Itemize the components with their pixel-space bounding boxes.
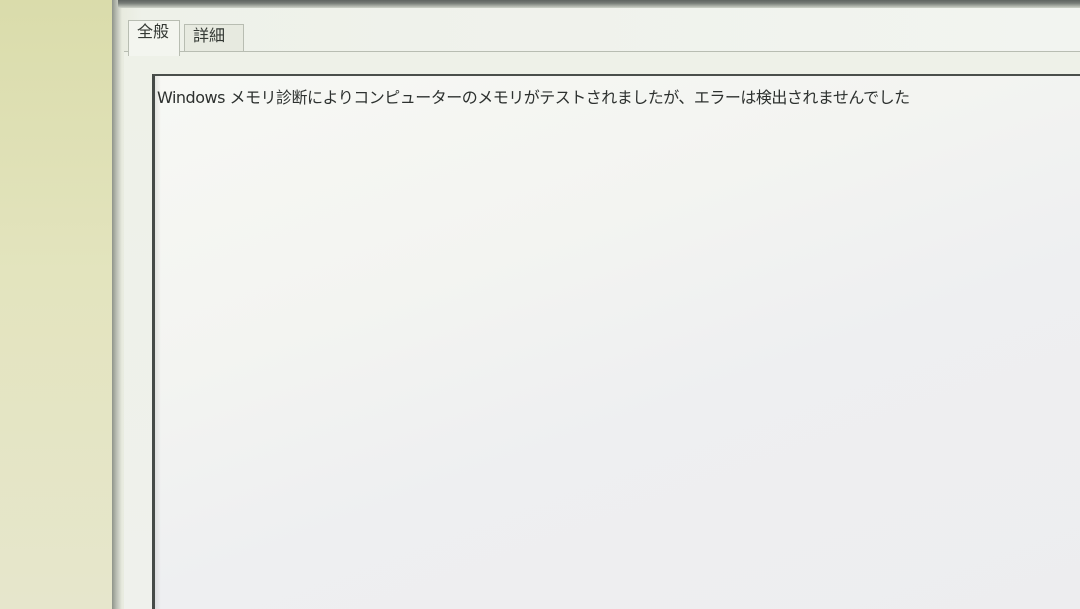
desktop-background xyxy=(0,0,112,609)
tab-panel-border xyxy=(124,51,1080,52)
tab-general-label: 全般 xyxy=(137,22,170,41)
window-top-edge xyxy=(118,0,1080,8)
event-description-textbox[interactable]: Windows メモリ診断によりコンピューターのメモリがテストされましたが、エラ… xyxy=(152,74,1080,609)
tab-details[interactable]: 詳細 xyxy=(184,24,244,52)
event-description-text: Windows メモリ診断によりコンピューターのメモリがテストされましたが、エラ… xyxy=(157,88,910,107)
tab-general[interactable]: 全般 xyxy=(128,20,180,56)
tab-details-label: 詳細 xyxy=(193,26,226,45)
tab-strip: 全般 詳細 xyxy=(122,18,1080,56)
